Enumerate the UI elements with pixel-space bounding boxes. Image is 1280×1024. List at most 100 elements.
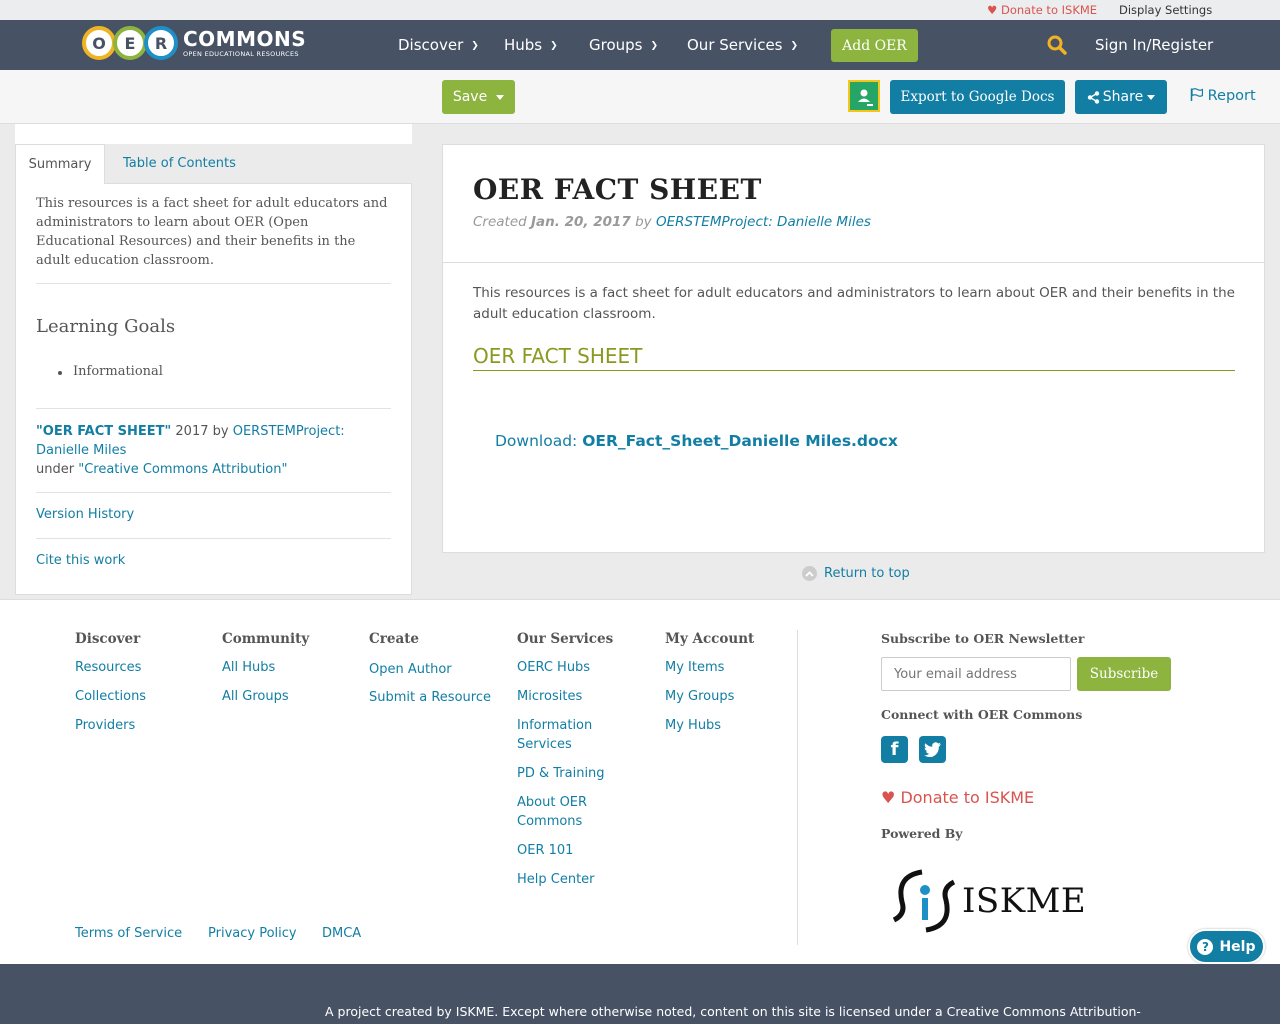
iskme-logo[interactable]: ISKME	[892, 868, 1086, 934]
google-classroom-icon[interactable]	[848, 80, 880, 112]
newsletter-heading: Subscribe to OER Newsletter	[881, 631, 1085, 646]
footer-donate-label: Donate to ISKME	[900, 788, 1035, 807]
download-file-link[interactable]: OER_Fact_Sheet_Danielle Miles.docx	[582, 432, 898, 450]
tab-summary[interactable]: Summary	[15, 144, 105, 184]
footer-link-collections[interactable]: Collections	[75, 687, 146, 706]
divider	[36, 538, 391, 539]
version-history-link[interactable]: Version History	[36, 507, 134, 522]
chevron-down-icon: ❯	[650, 41, 659, 51]
cite-this-work-link[interactable]: Cite this work	[36, 553, 125, 568]
chevron-down-icon: ❯	[471, 41, 479, 51]
attribution-block: "OER FACT SHEET" 2017 by OERSTEMProject:…	[36, 422, 391, 479]
utility-bar: ♥ Donate to ISKME Display Settings	[0, 0, 1280, 20]
footer-heading-my-account: My Account	[665, 631, 755, 647]
help-label: Help	[1219, 938, 1256, 955]
learning-goal-item: Informational	[58, 364, 163, 379]
utility-donate-label: Donate to ISKME	[1000, 3, 1098, 17]
footer-link-all-groups[interactable]: All Groups	[222, 687, 289, 706]
footer-link-resources[interactable]: Resources	[75, 658, 141, 677]
by-label: by	[635, 214, 652, 230]
footer-link-open-author[interactable]: Open Author	[369, 660, 452, 679]
powered-by-heading: Powered By	[881, 826, 963, 841]
resource-description: This resources is a fact sheet for adult…	[473, 285, 1235, 322]
footer-link-providers[interactable]: Providers	[75, 716, 135, 735]
site-footer: Discover Resources Collections Providers…	[0, 599, 1280, 964]
footer-divider	[797, 630, 798, 945]
footer-heading-our-services: Our Services	[517, 631, 614, 647]
connect-heading: Connect with OER Commons	[881, 707, 1083, 722]
facebook-icon[interactable]: f	[881, 736, 908, 763]
share-label: Share	[1102, 89, 1144, 105]
save-button[interactable]: Save	[442, 80, 515, 114]
arrow-up-icon	[802, 566, 817, 581]
utility-donate-link[interactable]: ♥ Donate to ISKME	[987, 3, 1097, 17]
attribution-title-link[interactable]: "OER FACT SHEET"	[36, 424, 171, 439]
dmca-link[interactable]: DMCA	[322, 926, 361, 941]
flag-icon	[1190, 88, 1204, 101]
classroom-glyph-icon	[858, 89, 873, 106]
footer-link-help-center[interactable]: Help Center	[517, 870, 595, 889]
footer-link-about[interactable]: About OER Commons	[517, 793, 617, 831]
divider	[36, 492, 391, 493]
add-oer-button[interactable]: Add OER	[831, 29, 918, 62]
footer-heading-discover: Discover	[75, 631, 141, 647]
author-link[interactable]: OERSTEMProject: Danielle Miles	[656, 214, 871, 230]
section-heading: OER FACT SHEET	[473, 344, 1235, 371]
resource-header: OER FACT SHEET Created Jan. 20, 2017 by …	[443, 145, 1264, 263]
nav-groups[interactable]: Groups ❯	[589, 36, 658, 54]
nav-our-services[interactable]: Our Services ❯	[687, 36, 798, 54]
return-to-top-label: Return to top	[824, 566, 910, 581]
footer-link-my-items[interactable]: My Items	[665, 658, 724, 677]
help-button[interactable]: ? Help	[1188, 929, 1265, 964]
iskme-swirl-icon	[892, 869, 956, 933]
terms-of-service-link[interactable]: Terms of Service	[75, 926, 182, 941]
heart-icon: ♥	[881, 788, 896, 807]
resource-meta: Created Jan. 20, 2017 by OERSTEMProject:…	[473, 214, 871, 230]
attribution-under: under	[36, 462, 79, 477]
question-icon: ?	[1197, 938, 1214, 955]
newsletter-email-input[interactable]	[881, 657, 1071, 691]
resource-sidebar: Summary Table of Contents This resources…	[15, 124, 412, 595]
nav-hubs[interactable]: Hubs ❯	[504, 36, 558, 54]
tab-table-of-contents[interactable]: Table of Contents	[123, 156, 236, 171]
divider	[36, 283, 391, 284]
logo-letter-o: O	[82, 26, 116, 60]
share-button[interactable]: Share	[1075, 80, 1167, 114]
footer-link-submit-resource[interactable]: Submit a Resource	[369, 688, 491, 707]
learning-goals-heading: Learning Goals	[36, 316, 176, 337]
privacy-policy-link[interactable]: Privacy Policy	[208, 926, 297, 941]
logo-tagline: OPEN EDUCATIONAL RESOURCES	[183, 49, 299, 58]
oer-commons-logo[interactable]: O E R COMMONS OPEN EDUCATIONAL RESOURCES	[82, 25, 306, 61]
footer-link-all-hubs[interactable]: All Hubs	[222, 658, 275, 677]
footer-link-my-groups[interactable]: My Groups	[665, 687, 734, 706]
footer-donate-link[interactable]: ♥ Donate to ISKME	[881, 788, 1034, 807]
footer-link-oerc-hubs[interactable]: OERC Hubs	[517, 658, 590, 677]
logo-letter-e: E	[113, 26, 147, 60]
page-title: OER FACT SHEET	[473, 173, 762, 206]
footer-link-microsites[interactable]: Microsites	[517, 687, 582, 706]
logo-wordmark: COMMONS OPEN EDUCATIONAL RESOURCES	[183, 29, 306, 58]
sign-in-register-link[interactable]: Sign In/Register	[1095, 36, 1213, 54]
license-link[interactable]: "Creative Commons Attribution"	[78, 462, 287, 477]
footer-link-my-hubs[interactable]: My Hubs	[665, 716, 721, 735]
subscribe-button[interactable]: Subscribe	[1077, 657, 1171, 691]
search-icon[interactable]	[1047, 35, 1067, 55]
report-label: Report	[1207, 88, 1256, 104]
return-to-top-link[interactable]: Return to top	[802, 566, 910, 581]
main-nav: O E R COMMONS OPEN EDUCATIONAL RESOURCES…	[0, 20, 1280, 70]
download-row: Download: OER_Fact_Sheet_Danielle Miles.…	[495, 432, 898, 450]
footer-link-oer-101[interactable]: OER 101	[517, 841, 573, 860]
summary-text: This resources is a fact sheet for adult…	[36, 196, 388, 268]
nav-hubs-label: Hubs	[504, 36, 543, 54]
nav-discover[interactable]: Discover ❯	[398, 36, 479, 54]
display-settings-link[interactable]: Display Settings	[1119, 3, 1212, 17]
share-icon	[1087, 90, 1099, 104]
attribution-year: 2017 by	[171, 424, 233, 439]
twitter-icon[interactable]	[919, 736, 946, 763]
export-google-docs-button[interactable]: Export to Google Docs	[890, 80, 1065, 114]
footer-link-pd-training[interactable]: PD & Training	[517, 764, 605, 783]
footer-link-information-services[interactable]: Information Services	[517, 716, 617, 754]
logo-letter-r: R	[144, 26, 178, 60]
chevron-down-icon: ❯	[550, 41, 558, 51]
report-link[interactable]: Report	[1190, 88, 1256, 104]
